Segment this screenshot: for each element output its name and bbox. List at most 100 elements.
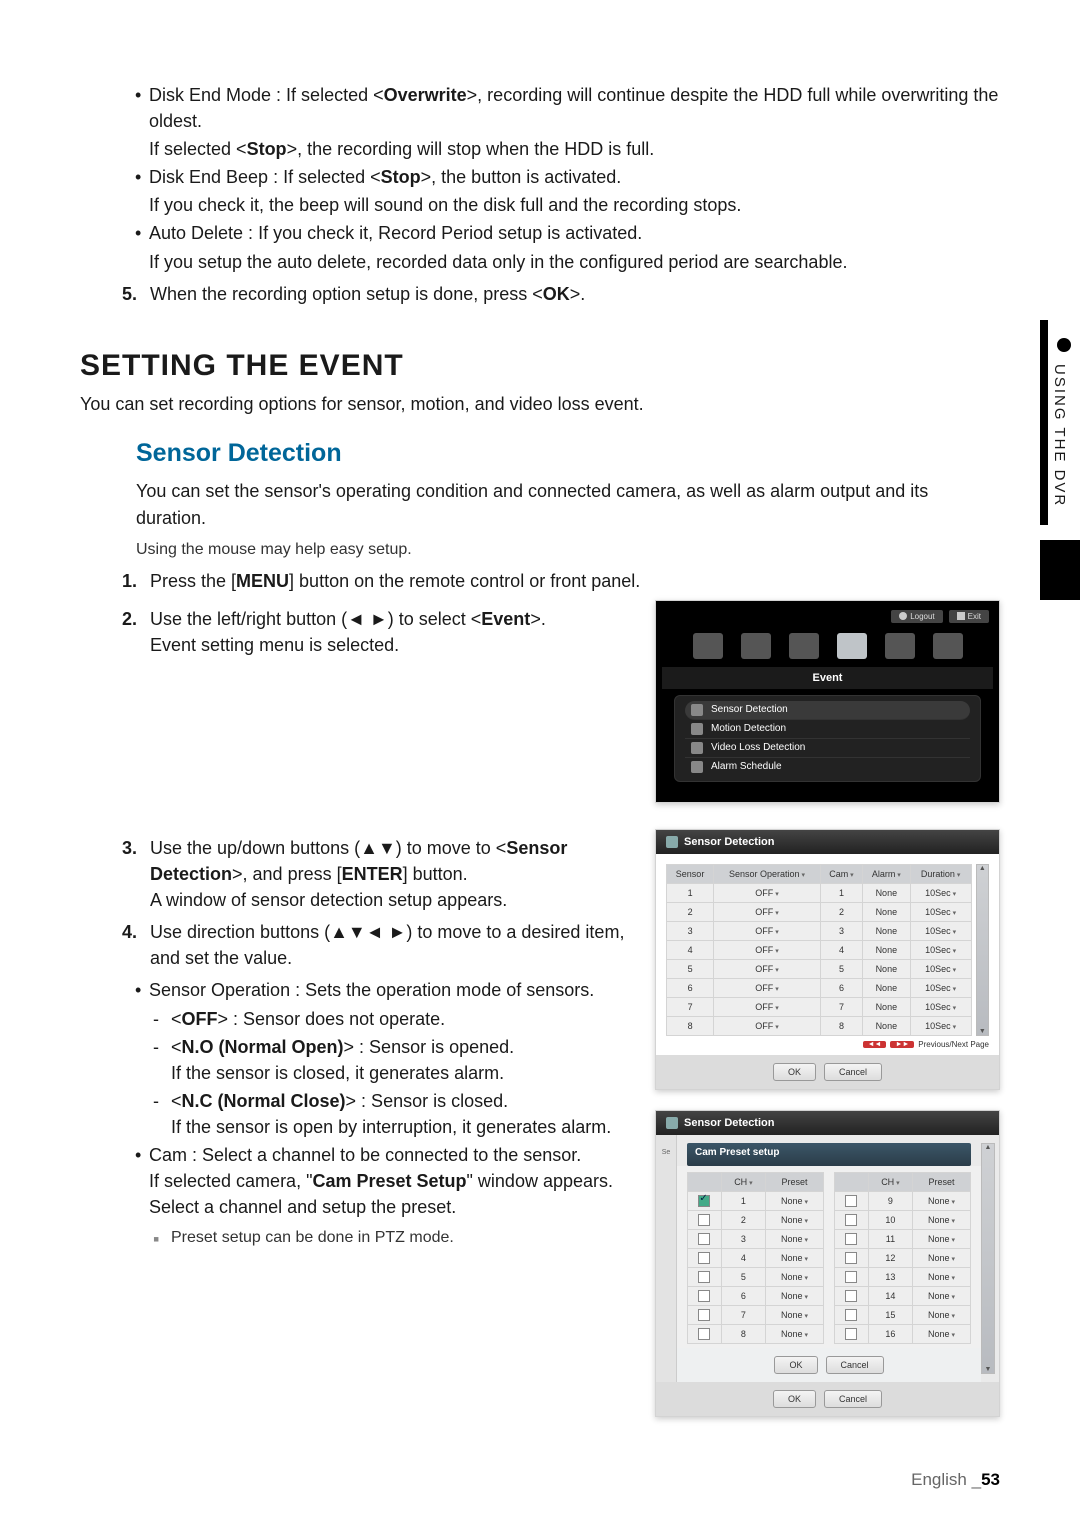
cell-checkbox[interactable] [835,1229,869,1248]
cell-preset[interactable]: None [766,1324,824,1343]
cell-operation[interactable]: OFF [714,902,821,921]
ok-button[interactable]: OK [773,1063,816,1081]
cell-checkbox[interactable] [835,1286,869,1305]
cell-duration[interactable]: 10Sec [910,997,971,1016]
cell-checkbox[interactable] [688,1286,722,1305]
cell-operation[interactable]: OFF [714,883,821,902]
exit-button[interactable]: Exit [949,610,989,623]
col-ch[interactable]: CH [721,1172,765,1191]
cell-checkbox[interactable] [688,1210,722,1229]
cell-cam[interactable]: 7 [820,997,862,1016]
menu-icon[interactable] [885,633,915,659]
scroll-down-icon[interactable]: ▼ [985,1366,992,1373]
cancel-button[interactable]: Cancel [824,1390,882,1408]
cell-preset[interactable]: None [766,1267,824,1286]
scroll-up-icon[interactable]: ▲ [985,1144,992,1151]
cell-operation[interactable]: OFF [714,1016,821,1035]
cell-preset[interactable]: None [913,1305,971,1324]
cell-sensor: 4 [667,940,714,959]
cell-duration[interactable]: 10Sec [910,883,971,902]
menu-icon[interactable] [693,633,723,659]
cell-preset[interactable]: None [913,1248,971,1267]
cell-cam[interactable]: 3 [820,921,862,940]
cell-alarm[interactable]: None [862,902,910,921]
col-alarm[interactable]: Alarm [862,864,910,883]
cell-duration[interactable]: 10Sec [910,902,971,921]
cell-checkbox[interactable] [835,1267,869,1286]
cell-alarm[interactable]: None [862,997,910,1016]
next-page-button[interactable]: ►► [890,1041,914,1048]
cell-preset[interactable]: None [766,1305,824,1324]
cell-checkbox[interactable] [835,1210,869,1229]
cell-checkbox[interactable] [835,1305,869,1324]
submenu-alarm-schedule[interactable]: Alarm Schedule [685,758,970,776]
ok-button[interactable]: OK [773,1390,816,1408]
cell-preset[interactable]: None [913,1267,971,1286]
cell-alarm[interactable]: None [862,959,910,978]
menu-icon[interactable] [837,633,867,659]
col-ch[interactable]: CH [868,1172,912,1191]
logout-button[interactable]: Logout [891,610,942,623]
cell-operation[interactable]: OFF [714,997,821,1016]
menu-icon[interactable] [741,633,771,659]
cell-operation[interactable]: OFF [714,940,821,959]
cell-duration[interactable]: 10Sec [910,959,971,978]
cell-cam[interactable]: 8 [820,1016,862,1035]
cell-checkbox[interactable] [688,1324,722,1343]
cell-alarm[interactable]: None [862,1016,910,1035]
cell-preset[interactable]: None [766,1191,824,1210]
cell-preset[interactable]: None [766,1210,824,1229]
cell-duration[interactable]: 10Sec [910,978,971,997]
cell-preset[interactable]: None [913,1324,971,1343]
submenu-sensor-detection[interactable]: Sensor Detection [685,701,970,720]
cell-preset[interactable]: None [766,1229,824,1248]
cell-ch: 8 [721,1324,765,1343]
cell-cam[interactable]: 4 [820,940,862,959]
col-cam[interactable]: Cam [820,864,862,883]
prev-page-button[interactable]: ◄◄ [863,1041,887,1048]
cell-checkbox[interactable] [688,1229,722,1248]
cell-operation[interactable]: OFF [714,959,821,978]
cell-checkbox[interactable] [688,1248,722,1267]
cell-cam[interactable]: 6 [820,978,862,997]
cell-operation[interactable]: OFF [714,921,821,940]
menu-icon[interactable] [933,633,963,659]
ok-button[interactable]: OK [774,1356,817,1374]
cell-preset[interactable]: None [766,1286,824,1305]
cell-duration[interactable]: 10Sec [910,921,971,940]
cancel-button[interactable]: Cancel [826,1356,884,1374]
cell-checkbox[interactable] [835,1191,869,1210]
cell-alarm[interactable]: None [862,978,910,997]
cell-ch: 16 [868,1324,912,1343]
cell-duration[interactable]: 10Sec [910,1016,971,1035]
col-duration[interactable]: Duration [910,864,971,883]
cancel-button[interactable]: Cancel [824,1063,882,1081]
cell-alarm[interactable]: None [862,940,910,959]
cell-checkbox[interactable] [688,1305,722,1324]
scrollbar[interactable]: ▲▼ [976,864,989,1036]
cell-checkbox[interactable] [835,1324,869,1343]
col-sensor-operation[interactable]: Sensor Operation [714,864,821,883]
cell-duration[interactable]: 10Sec [910,940,971,959]
cell-cam[interactable]: 2 [820,902,862,921]
cell-preset[interactable]: None [913,1210,971,1229]
side-tab-label: USING THE DVR [1048,360,1071,525]
cell-preset[interactable]: None [913,1286,971,1305]
cell-cam[interactable]: 5 [820,959,862,978]
menu-icon[interactable] [789,633,819,659]
cell-checkbox[interactable] [835,1248,869,1267]
cell-checkbox[interactable] [688,1267,722,1286]
scrollbar[interactable]: ▲▼ [981,1143,995,1374]
cell-preset[interactable]: None [766,1248,824,1267]
cell-preset[interactable]: None [913,1229,971,1248]
scroll-up-icon[interactable]: ▲ [979,865,986,872]
scroll-down-icon[interactable]: ▼ [979,1028,986,1035]
cell-cam[interactable]: 1 [820,883,862,902]
cell-alarm[interactable]: None [862,921,910,940]
cell-preset[interactable]: None [913,1191,971,1210]
cell-alarm[interactable]: None [862,883,910,902]
cell-checkbox[interactable] [688,1191,722,1210]
cell-operation[interactable]: OFF [714,978,821,997]
submenu-motion-detection[interactable]: Motion Detection [685,720,970,739]
submenu-video-loss-detection[interactable]: Video Loss Detection [685,739,970,758]
